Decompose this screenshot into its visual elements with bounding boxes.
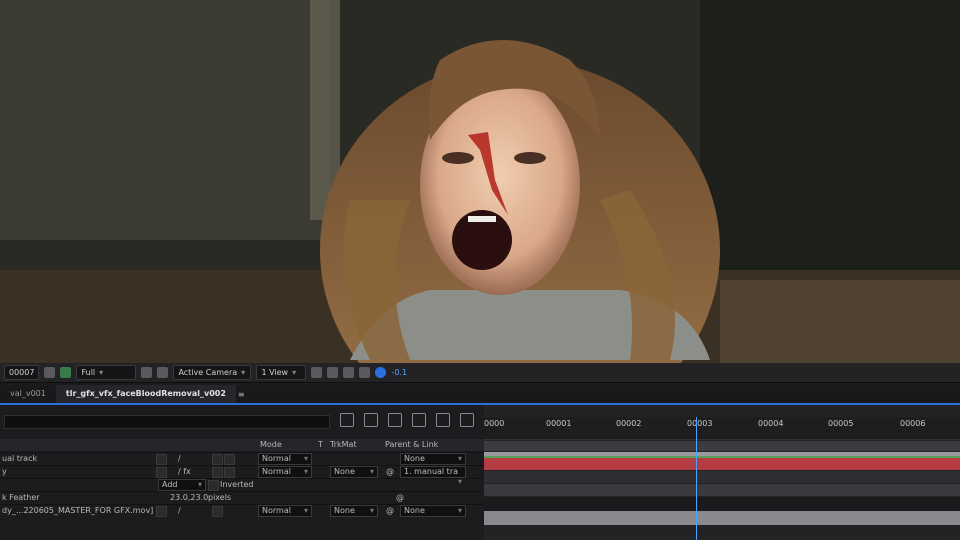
layer-row[interactable]: dy_...220605_MASTER_FOR GFX.mov] / Norma…: [0, 504, 484, 517]
trkmat-dropdown[interactable]: None: [330, 466, 378, 478]
visibility-switch[interactable]: [156, 467, 167, 478]
ruler-tick: 00001: [546, 419, 572, 428]
blend-mode-dropdown[interactable]: Normal: [258, 466, 312, 478]
ruler-tick: 00002: [616, 419, 642, 428]
layer-name[interactable]: y: [2, 466, 7, 478]
mask-feather-row[interactable]: k Feather 23.0,23.0 pixels @: [0, 491, 484, 504]
snapshot-icon[interactable]: [44, 367, 56, 378]
blend-mode-dropdown[interactable]: Normal: [258, 453, 312, 465]
layer-name[interactable]: ual track: [2, 453, 37, 465]
pickwhip-icon[interactable]: @: [386, 466, 394, 478]
ruler-tick: 00004: [758, 419, 784, 428]
layer-bar-mask[interactable]: [484, 471, 960, 483]
graph-editor-icon[interactable]: [460, 413, 474, 427]
trkmat-column-header: TrkMat: [330, 440, 357, 449]
layer-bar-feather[interactable]: [484, 484, 960, 496]
mode-column-header: Mode: [260, 440, 282, 449]
layer-bar-footage[interactable]: [484, 511, 960, 525]
layer-name[interactable]: dy_...220605_MASTER_FOR GFX.mov]: [2, 505, 153, 517]
layer-column-header: Mode T TrkMat Parent & Link: [0, 439, 484, 451]
layer-switch[interactable]: [212, 467, 223, 478]
t-column-header: T: [318, 440, 323, 449]
exposure-icon[interactable]: [375, 367, 387, 378]
exposure-value[interactable]: -0.1: [391, 368, 407, 377]
tab-menu-icon[interactable]: ≡: [236, 390, 245, 399]
parent-dropdown[interactable]: None: [400, 453, 466, 465]
layer-switch[interactable]: [212, 506, 223, 517]
time-ruler[interactable]: 0000 00001 00002 00003 00004 00005 00006: [484, 417, 960, 440]
view-layout-dropdown[interactable]: 1 View: [256, 365, 307, 380]
parent-column-header: Parent & Link: [385, 440, 439, 449]
toggle-pixel-aspect-icon[interactable]: [311, 367, 323, 378]
color-channel-icon[interactable]: [60, 367, 72, 378]
after-effects-panel: 00007 Full Active Camera 1 View -0.1 val…: [0, 363, 960, 540]
ruler-tick: 00006: [900, 419, 926, 428]
shy-layers-icon[interactable]: [388, 413, 402, 427]
timeline-panel[interactable]: 0000 00001 00002 00003 00004 00005 00006: [484, 405, 960, 540]
layer-row[interactable]: y / fx Normal None @ 1. manual tra: [0, 465, 484, 478]
layer-row[interactable]: ual track / Normal None: [0, 452, 484, 465]
draft-3d-icon[interactable]: [364, 413, 378, 427]
visibility-switch[interactable]: [156, 454, 167, 465]
layer-search-input[interactable]: [4, 415, 330, 429]
parent-dropdown[interactable]: None: [400, 505, 466, 517]
trkmat-dropdown[interactable]: None: [330, 505, 378, 517]
timeline-icon[interactable]: [343, 367, 355, 378]
viewer-toolbar: 00007 Full Active Camera 1 View -0.1: [0, 363, 960, 383]
layer-switches-toolbar: [340, 413, 474, 427]
visibility-switch[interactable]: [156, 506, 167, 517]
work-area-bar[interactable]: [484, 441, 960, 451]
blend-mode-dropdown[interactable]: Normal: [258, 505, 312, 517]
camera-dropdown[interactable]: Active Camera: [173, 365, 252, 380]
fx-icon[interactable]: / fx: [178, 466, 191, 478]
pencil-icon[interactable]: /: [178, 505, 181, 517]
tab-val-v001[interactable]: val_v001: [0, 385, 56, 403]
ruler-tick: 00003: [687, 419, 713, 428]
frame-blending-icon[interactable]: [412, 413, 426, 427]
inverted-checkbox[interactable]: [208, 480, 219, 491]
mask-feather-unit: pixels: [208, 493, 232, 502]
ruler-tick: 0000: [484, 419, 505, 428]
current-time-indicator[interactable]: [696, 417, 697, 540]
pickwhip-icon[interactable]: @: [386, 505, 394, 517]
ruler-tick: 00005: [828, 419, 854, 428]
mask-row[interactable]: Add Inverted: [0, 478, 484, 491]
comp-flowchart-icon[interactable]: [340, 413, 354, 427]
property-name: k Feather: [2, 493, 40, 502]
mask-mode-dropdown[interactable]: Add: [158, 479, 206, 491]
parent-dropdown[interactable]: 1. manual tra: [400, 466, 466, 478]
composition-tabs: val_v001 tlr_gfx_vfx_faceBloodRemoval_v0…: [0, 385, 960, 405]
layer-switch[interactable]: [224, 454, 235, 465]
layer-switch[interactable]: [224, 467, 235, 478]
region-of-interest-icon[interactable]: [141, 367, 153, 378]
video-frame: [0, 0, 960, 363]
composition-viewer[interactable]: [0, 0, 960, 363]
inverted-label: Inverted: [220, 480, 254, 489]
tab-face-blood-removal[interactable]: tlr_gfx_vfx_faceBloodRemoval_v002: [55, 385, 236, 403]
pencil-icon[interactable]: /: [178, 453, 181, 465]
pickwhip-icon[interactable]: @: [396, 492, 404, 504]
flowchart-icon[interactable]: [359, 367, 371, 378]
keyframe-track[interactable]: [484, 497, 960, 511]
fast-preview-icon[interactable]: [327, 367, 339, 378]
layer-bar-red[interactable]: [484, 458, 960, 470]
layer-panel: Mode T TrkMat Parent & Link ual track / …: [0, 405, 484, 540]
resolution-dropdown[interactable]: Full: [76, 365, 137, 380]
motion-blur-icon[interactable]: [436, 413, 450, 427]
current-frame-field[interactable]: 00007: [4, 365, 40, 380]
layer-switch[interactable]: [212, 454, 223, 465]
transparency-grid-icon[interactable]: [157, 367, 169, 378]
mask-feather-value[interactable]: 23.0,23.0: [170, 492, 208, 504]
